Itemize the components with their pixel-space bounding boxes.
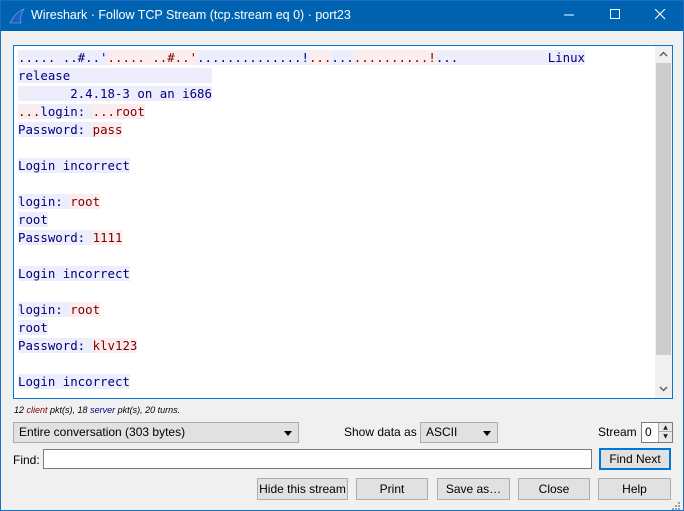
minimize-button[interactable] bbox=[546, 1, 592, 31]
print-button[interactable]: Print bbox=[356, 478, 428, 500]
stream-line bbox=[18, 139, 654, 157]
stream-line: Password: klv123 bbox=[18, 337, 654, 355]
client-segment: pass bbox=[92, 122, 123, 137]
stream-content-view[interactable]: ..... ..#..'..... ..#..'..............!.… bbox=[13, 45, 673, 399]
vertical-scrollbar[interactable] bbox=[655, 46, 672, 398]
stream-number-label: Stream bbox=[598, 425, 637, 439]
chevron-down-icon bbox=[284, 431, 292, 436]
server-segment: 2.4.18-3 on an i686 bbox=[18, 86, 212, 101]
stats-mid: pkt(s), 18 bbox=[47, 405, 91, 415]
client-segment: root bbox=[70, 302, 101, 317]
wireshark-fin-icon bbox=[9, 8, 25, 24]
scroll-down-button[interactable] bbox=[655, 381, 672, 398]
window-title: Wireshark · Follow TCP Stream (tcp.strea… bbox=[31, 8, 351, 22]
stream-line bbox=[18, 355, 654, 373]
server-segment: Login incorrect bbox=[18, 266, 130, 281]
stream-line: Password: 1111 bbox=[18, 229, 654, 247]
hide-stream-button[interactable]: Hide this stream bbox=[257, 478, 348, 500]
show-data-as-value: ASCII bbox=[426, 425, 458, 439]
maximize-icon bbox=[609, 9, 621, 23]
show-data-as-select[interactable]: ASCII bbox=[420, 422, 498, 443]
server-segment: root bbox=[18, 320, 48, 335]
stream-line: Login incorrect bbox=[18, 373, 654, 391]
title-bar: Wireshark · Follow TCP Stream (tcp.strea… bbox=[1, 1, 683, 31]
client-segment: root bbox=[70, 194, 101, 209]
stream-number-value[interactable]: 0 bbox=[645, 425, 652, 439]
stream-number-spinbox[interactable]: 0 ▲ ▼ bbox=[641, 422, 673, 443]
spin-down-button[interactable]: ▼ bbox=[659, 432, 672, 441]
stream-line: ...login: ...root bbox=[18, 103, 654, 121]
stream-line: release bbox=[18, 67, 654, 85]
find-next-button[interactable]: Find Next bbox=[599, 448, 671, 470]
stream-text[interactable]: ..... ..#..'..... ..#..'..............!.… bbox=[18, 49, 654, 391]
server-segment: ... bbox=[331, 50, 354, 65]
help-button[interactable]: Help bbox=[598, 478, 671, 500]
server-segment: Password: bbox=[18, 338, 93, 353]
chevron-up-icon bbox=[659, 49, 668, 60]
server-segment: root bbox=[18, 212, 48, 227]
server-segment: ..... ..#..' bbox=[18, 50, 108, 65]
server-segment: ..............! bbox=[197, 50, 309, 65]
resize-grip-icon[interactable] bbox=[672, 499, 680, 510]
stream-line: root bbox=[18, 211, 654, 229]
triangle-up-icon: ▲ bbox=[663, 423, 668, 431]
spin-buttons: ▲ ▼ bbox=[658, 423, 672, 442]
client-segment: ..........! bbox=[353, 50, 436, 65]
scroll-up-button[interactable] bbox=[655, 46, 672, 63]
client-label: client bbox=[26, 405, 48, 415]
server-label: server bbox=[90, 405, 116, 415]
spin-up-button[interactable]: ▲ bbox=[659, 423, 672, 432]
server-segment: Password: bbox=[18, 122, 93, 137]
stream-line: Password: pass bbox=[18, 121, 654, 139]
server-segment: Login incorrect bbox=[18, 374, 130, 389]
show-data-label: Show data as bbox=[344, 425, 417, 439]
find-label: Find: bbox=[13, 453, 40, 467]
stream-line bbox=[18, 175, 654, 193]
client-segment: klv123 bbox=[92, 338, 138, 353]
conversation-select-value: Entire conversation (303 bytes) bbox=[19, 425, 186, 439]
server-segment: login: bbox=[40, 104, 93, 119]
close-button[interactable]: Close bbox=[518, 478, 590, 500]
server-segment: ... Linux bbox=[435, 50, 586, 65]
client-segment: ... bbox=[18, 104, 41, 119]
minimize-icon bbox=[563, 9, 575, 23]
stream-line: 2.4.18-3 on an i686 bbox=[18, 85, 654, 103]
stream-stats: 12 client pkt(s), 18 server pkt(s), 20 t… bbox=[14, 405, 180, 415]
server-segment: login: bbox=[18, 302, 71, 317]
server-segment: login: bbox=[18, 194, 71, 209]
conversation-select[interactable]: Entire conversation (303 bytes) bbox=[13, 422, 299, 443]
chevron-down-icon bbox=[483, 431, 491, 436]
close-icon bbox=[654, 8, 666, 23]
stream-line: Login incorrect bbox=[18, 157, 654, 175]
find-input[interactable] bbox=[43, 449, 592, 469]
server-segment: Login incorrect bbox=[18, 158, 130, 173]
stream-line: root bbox=[18, 319, 654, 337]
client-segment: 1111 bbox=[92, 230, 123, 245]
maximize-button[interactable] bbox=[592, 1, 638, 31]
close-window-button[interactable] bbox=[637, 1, 683, 31]
stream-line: ..... ..#..'..... ..#..'..............!.… bbox=[18, 49, 654, 67]
chevron-down-icon bbox=[659, 384, 668, 395]
client-segment: ..... ..#..' bbox=[107, 50, 198, 65]
server-segment: Password: bbox=[18, 230, 93, 245]
triangle-down-icon: ▼ bbox=[663, 433, 668, 440]
stream-line bbox=[18, 283, 654, 301]
client-segment: ...root bbox=[92, 104, 145, 119]
stream-line: login: root bbox=[18, 301, 654, 319]
stream-line: Login incorrect bbox=[18, 265, 654, 283]
stats-tail: pkt(s), 20 turns. bbox=[115, 405, 181, 415]
follow-tcp-stream-window: Wireshark · Follow TCP Stream (tcp.strea… bbox=[0, 0, 684, 511]
client-segment: ... bbox=[308, 50, 332, 65]
stream-line bbox=[18, 247, 654, 265]
server-segment: release bbox=[18, 68, 212, 83]
save-as-button[interactable]: Save as… bbox=[437, 478, 510, 500]
scrollbar-thumb[interactable] bbox=[656, 63, 671, 355]
client-count: 12 bbox=[14, 405, 25, 415]
stream-line: login: root bbox=[18, 193, 654, 211]
